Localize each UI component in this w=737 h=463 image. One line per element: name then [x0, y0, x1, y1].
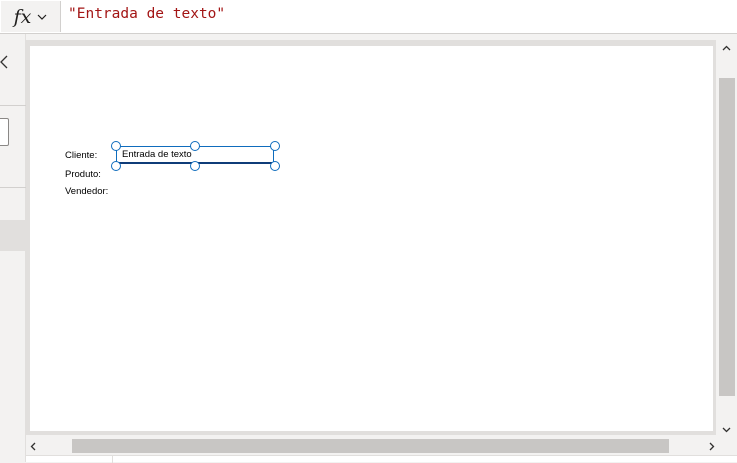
chevron-up-icon[interactable] — [721, 43, 732, 54]
formula-bar: fx "Entrada de texto" — [0, 0, 737, 34]
app-screen-canvas[interactable]: Cliente: Produto: Vendedor: Entrada de t… — [30, 46, 713, 431]
chevron-right-icon[interactable] — [706, 441, 717, 452]
resize-handle-bottom-left[interactable] — [111, 161, 121, 171]
panel-divider — [0, 105, 26, 106]
chevron-left-icon[interactable] — [0, 54, 10, 70]
canvas-area: Cliente: Produto: Vendedor: Entrada de t… — [26, 40, 716, 435]
vertical-scrollbar[interactable] — [716, 40, 737, 440]
label-cliente[interactable]: Cliente: — [65, 150, 97, 161]
chevron-down-icon — [37, 14, 47, 20]
panel-search-input[interactable] — [0, 118, 9, 146]
chevron-down-icon[interactable] — [721, 424, 732, 435]
panel-divider — [0, 187, 26, 188]
resize-handle-top-center[interactable] — [190, 141, 200, 151]
chevron-left-icon[interactable] — [28, 441, 39, 452]
fx-icon: fx — [13, 5, 32, 28]
fx-dropdown-button[interactable]: fx — [1, 1, 61, 32]
bottom-status-strip — [26, 455, 737, 463]
formula-input[interactable]: "Entrada de texto" — [68, 6, 225, 22]
tree-view-panel — [0, 34, 26, 462]
selected-tree-item[interactable] — [0, 220, 26, 251]
horizontal-scrollbar[interactable] — [26, 438, 737, 455]
vertical-scroll-thumb[interactable] — [719, 78, 735, 396]
resize-handle-top-left[interactable] — [111, 141, 121, 151]
label-vendedor[interactable]: Vendedor: — [65, 186, 108, 197]
label-produto[interactable]: Produto: — [65, 169, 101, 180]
resize-handle-bottom-right[interactable] — [270, 161, 280, 171]
horizontal-scroll-thumb[interactable] — [72, 439, 669, 453]
resize-handle-top-right[interactable] — [270, 141, 280, 151]
resize-handle-bottom-center[interactable] — [190, 161, 200, 171]
